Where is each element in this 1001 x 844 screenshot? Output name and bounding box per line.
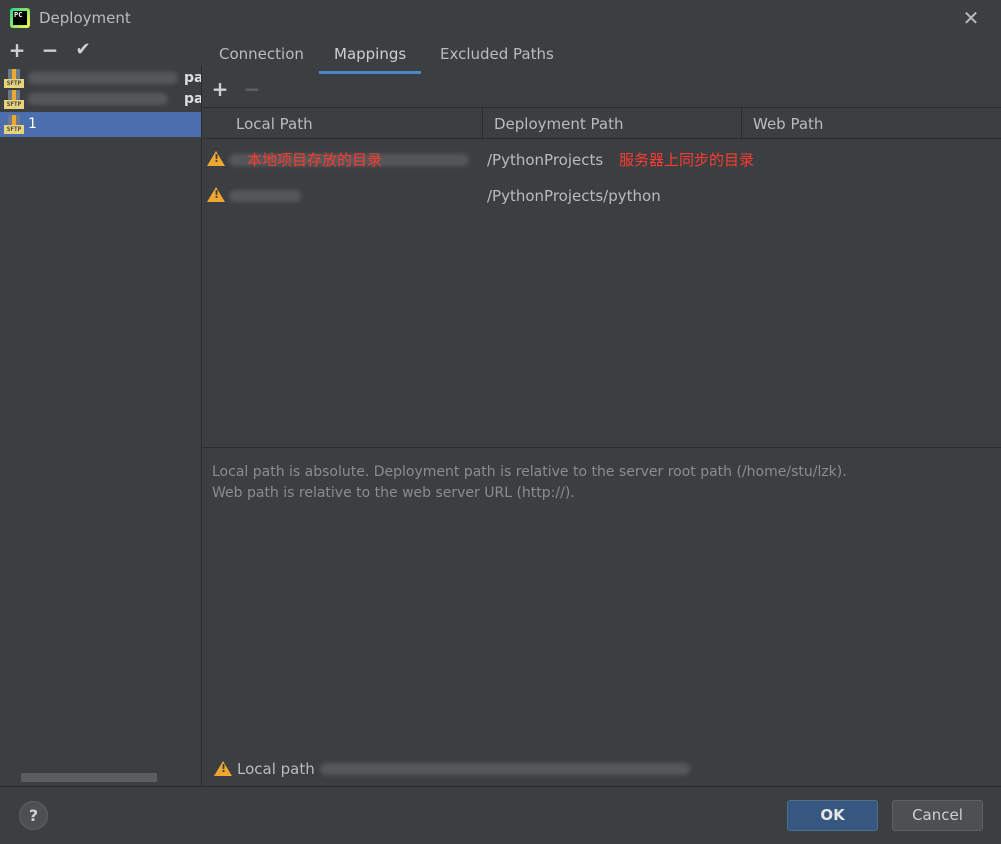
sftp-server-icon: SFTP bbox=[4, 90, 24, 110]
mappings-table: Local Path Deployment Path Web Path 本地项目… bbox=[203, 107, 1001, 448]
table-header: Local Path Deployment Path Web Path bbox=[203, 108, 1001, 139]
dialog-footer: ? OK Cancel bbox=[0, 786, 1001, 844]
deployment-path-cell: /PythonProjects bbox=[487, 151, 604, 169]
server-list-toolbar: + − ✔ bbox=[0, 36, 202, 66]
sftp-server-icon: SFTP bbox=[4, 115, 24, 135]
redacted-server-name bbox=[28, 93, 168, 105]
redacted-status-path bbox=[320, 763, 690, 775]
tab-bar: Connection Mappings Excluded Paths bbox=[203, 36, 1001, 74]
add-mapping-button[interactable]: + bbox=[209, 77, 231, 101]
window-title: Deployment bbox=[39, 9, 131, 27]
logo-text: PC bbox=[13, 11, 27, 25]
help-line-1: Local path is absolute. Deployment path … bbox=[212, 464, 847, 480]
tab-mappings[interactable]: Mappings bbox=[319, 36, 422, 74]
server-name-suffix: pa bbox=[184, 91, 202, 107]
table-row[interactable]: /PythonProjects/python bbox=[203, 180, 1001, 212]
redacted-server-name bbox=[28, 72, 178, 84]
local-path-cell bbox=[229, 180, 301, 212]
server-name: 1 bbox=[28, 116, 37, 132]
mapping-toolbar: + − bbox=[203, 76, 1001, 106]
remove-server-button[interactable]: − bbox=[39, 38, 61, 62]
help-line-2: Web path is relative to the web server U… bbox=[212, 485, 575, 501]
annotation-local: 本地项目存放的目录 bbox=[247, 151, 383, 169]
close-icon[interactable]: ✕ bbox=[960, 7, 982, 29]
server-list: SFTP pa SFTP pa SFTP 1 bbox=[0, 66, 202, 786]
warning-icon bbox=[214, 761, 232, 776]
column-web-path[interactable]: Web Path bbox=[742, 108, 1001, 138]
warning-icon bbox=[207, 187, 225, 202]
column-local-path[interactable]: Local Path bbox=[203, 108, 483, 138]
tab-connection[interactable]: Connection bbox=[204, 36, 319, 74]
help-button[interactable]: ? bbox=[19, 801, 48, 830]
annotation-remote: 服务器上同步的目录 bbox=[619, 151, 755, 169]
column-deployment-path[interactable]: Deployment Path bbox=[483, 108, 742, 138]
sftp-server-icon: SFTP bbox=[4, 69, 24, 89]
deployment-path-cell: /PythonProjects/python bbox=[487, 187, 661, 205]
apply-check-button[interactable]: ✔ bbox=[72, 38, 94, 62]
warning-icon bbox=[207, 151, 225, 166]
server-item-selected[interactable]: SFTP 1 bbox=[0, 112, 201, 137]
redacted-local-path bbox=[229, 189, 301, 202]
add-server-button[interactable]: + bbox=[6, 38, 28, 62]
tab-excluded-paths[interactable]: Excluded Paths bbox=[425, 36, 569, 74]
remove-mapping-button[interactable]: − bbox=[241, 77, 263, 101]
title-bar: PC Deployment ✕ bbox=[0, 0, 1001, 36]
cancel-button[interactable]: Cancel bbox=[892, 800, 983, 831]
status-label: Local path bbox=[237, 760, 315, 778]
mapping-help-text: Local path is absolute. Deployment path … bbox=[212, 462, 992, 504]
server-item[interactable]: SFTP pa bbox=[0, 87, 201, 112]
horizontal-scrollbar[interactable] bbox=[21, 773, 157, 782]
pycharm-logo-icon: PC bbox=[10, 8, 30, 28]
table-row[interactable]: 本地项目存放的目录 /PythonProjects 服务器上同步的目录 bbox=[203, 144, 1001, 176]
ok-button[interactable]: OK bbox=[787, 800, 878, 831]
